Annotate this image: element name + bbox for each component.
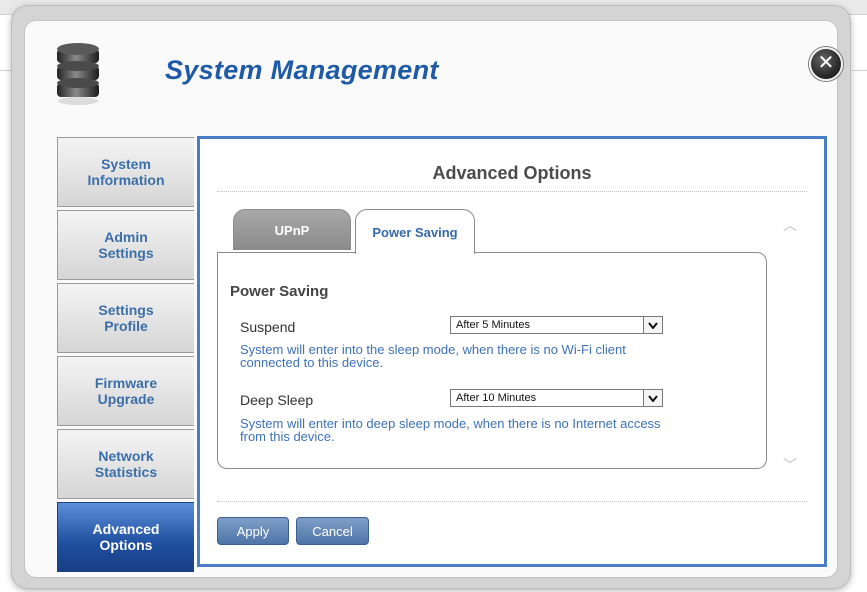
suspend-select-value: After 5 Minutes <box>456 319 530 331</box>
sidebar-item-label: Network Statistics <box>94 448 158 480</box>
deep-sleep-select-value: After 10 Minutes <box>456 392 537 404</box>
power-saving-panel: Power Saving Suspend After 5 Minutes Sys… <box>217 252 767 469</box>
sidebar-item-label: Settings Profile <box>98 302 154 334</box>
page-title: Advanced Options <box>432 163 592 183</box>
dialog-header: System Management <box>25 21 837 131</box>
sidebar-nav: System Information Admin Settings Settings… <box>57 137 197 575</box>
sidebar-item-label: Advanced Options <box>92 521 160 553</box>
divider <box>217 191 807 192</box>
sidebar-item-advanced-options[interactable]: Advanced Options <box>57 502 194 572</box>
database-icon <box>57 43 99 105</box>
sidebar-item-network-statistics[interactable]: Network Statistics <box>57 429 194 499</box>
background-divider <box>0 70 12 71</box>
chevron-down-icon <box>643 317 662 333</box>
deep-sleep-select[interactable]: After 10 Minutes <box>450 389 663 407</box>
sidebar-item-label: Firmware Upgrade <box>94 375 158 407</box>
tab-upnp[interactable]: UPnP <box>233 209 351 250</box>
suspend-label: Suspend <box>240 319 296 335</box>
sidebar-item-label: Admin Settings <box>98 229 154 261</box>
deep-sleep-label: Deep Sleep <box>240 392 314 408</box>
scroll-up-icon[interactable]: ︿ <box>783 215 797 235</box>
background-divider <box>852 70 867 71</box>
sidebar-item-label: System Information <box>87 156 165 188</box>
content-pane: Advanced Options UPnP Power Saving ︿ ﹀ P… <box>197 136 827 567</box>
suspend-select[interactable]: After 5 Minutes <box>450 316 663 334</box>
suspend-description: System will enter into the sleep mode, w… <box>240 342 626 370</box>
divider <box>217 501 807 502</box>
sidebar-item-admin-settings[interactable]: Admin Settings <box>57 210 194 280</box>
dialog-title: System Management <box>165 55 439 85</box>
sidebar-item-firmware-upgrade[interactable]: Firmware Upgrade <box>57 356 194 426</box>
chevron-down-icon <box>643 390 662 406</box>
apply-button[interactable]: Apply <box>217 517 289 545</box>
system-management-dialog: System Management ✕ System Information Ad… <box>12 6 850 588</box>
sidebar-item-settings-profile[interactable]: Settings Profile <box>57 283 194 353</box>
sidebar-item-system-information[interactable]: System Information <box>57 137 194 207</box>
cancel-button[interactable]: Cancel <box>296 517 369 545</box>
deep-sleep-description: System will enter into deep sleep mode, … <box>240 416 661 444</box>
panel-heading: Power Saving <box>230 283 329 300</box>
close-icon: ✕ <box>817 52 835 74</box>
tab-power-saving[interactable]: Power Saving <box>355 209 475 254</box>
close-button[interactable]: ✕ <box>809 47 843 81</box>
scroll-down-icon[interactable]: ﹀ <box>783 455 797 475</box>
